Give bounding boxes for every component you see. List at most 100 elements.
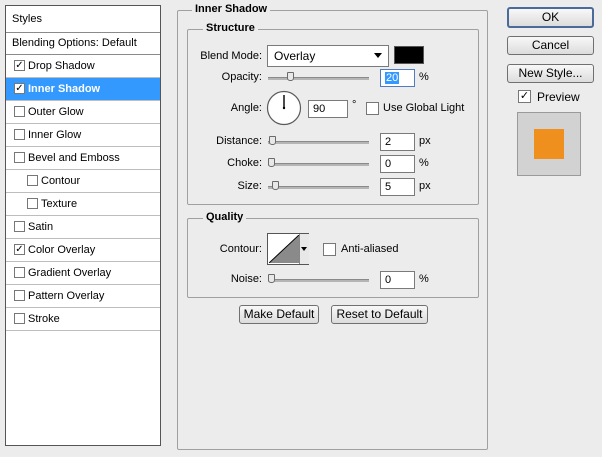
noise-label: Noise: (230, 273, 262, 285)
style-item-drop-shadow[interactable]: ✓ Drop Shadow (6, 55, 160, 78)
style-item-checkbox[interactable] (14, 221, 25, 232)
style-item-satin[interactable]: Satin (6, 216, 160, 239)
size-slider-thumb[interactable] (272, 181, 279, 190)
style-item-checkbox[interactable] (27, 175, 38, 186)
preview-thumbnail (517, 112, 581, 176)
style-item-bevel-and-emboss[interactable]: Bevel and Emboss (6, 147, 160, 170)
distance-slider-track[interactable] (268, 141, 369, 144)
distance-slider-thumb[interactable] (269, 136, 276, 145)
style-item-pattern-overlay[interactable]: Pattern Overlay (6, 285, 160, 308)
distance-value: 2 (385, 136, 392, 148)
angle-value: 90 (313, 103, 326, 115)
ok-button[interactable]: OK (507, 7, 594, 28)
style-item-checkbox[interactable] (14, 106, 25, 117)
style-item-stroke[interactable]: Stroke (6, 308, 160, 331)
size-input[interactable]: 5 (380, 178, 415, 196)
preview-swatch (534, 129, 564, 159)
style-item-checkbox[interactable] (14, 313, 25, 324)
opacity-slider-thumb[interactable] (287, 72, 294, 81)
choke-label: Choke: (227, 157, 262, 169)
style-item-label: Drop Shadow (28, 60, 95, 72)
style-item-label: Inner Shadow (28, 83, 101, 95)
blend-mode-value: Overlay (274, 49, 316, 63)
blend-mode-label: Blend Mode: (200, 50, 262, 62)
style-item-checkbox[interactable] (14, 267, 25, 278)
style-item-checkbox[interactable] (14, 129, 25, 140)
style-item-label: Bevel and Emboss (28, 152, 120, 164)
style-item-checkbox[interactable]: ✓ (14, 60, 25, 71)
make-default-button[interactable]: Make Default (239, 305, 319, 324)
size-slider-track[interactable] (268, 186, 369, 189)
style-item-inner-glow[interactable]: Inner Glow (6, 124, 160, 147)
style-item-checkbox[interactable] (14, 290, 25, 301)
style-item-label: Satin (28, 221, 54, 233)
choke-slider-thumb[interactable] (268, 158, 275, 167)
reset-to-default-button[interactable]: Reset to Default (331, 305, 428, 324)
anti-aliased-label[interactable]: Anti-aliased (341, 243, 398, 255)
contour-picker[interactable] (267, 233, 309, 265)
style-item-checkbox[interactable] (27, 198, 38, 209)
size-unit: px (419, 180, 431, 192)
cancel-button[interactable]: Cancel (507, 36, 594, 55)
opacity-slider-track[interactable] (268, 77, 369, 80)
noise-value: 0 (385, 274, 392, 286)
opacity-input[interactable]: 20 (380, 69, 415, 87)
contour-curve-icon (269, 235, 299, 263)
preview-label[interactable]: Preview (537, 90, 580, 104)
style-item-outer-glow[interactable]: Outer Glow (6, 101, 160, 124)
shadow-color-swatch[interactable] (394, 46, 424, 64)
quality-group (187, 218, 479, 298)
style-item-texture[interactable]: Texture (6, 193, 160, 216)
new-style-button[interactable]: New Style... (507, 64, 594, 83)
style-item-label: Color Overlay (28, 244, 96, 256)
noise-slider-thumb[interactable] (268, 274, 275, 283)
distance-label: Distance: (216, 135, 262, 147)
distance-input[interactable]: 2 (380, 133, 415, 151)
chevron-down-icon (301, 247, 307, 251)
preview-checkbox[interactable]: ✓ (518, 90, 531, 103)
style-item-gradient-overlay[interactable]: Gradient Overlay (6, 262, 160, 285)
structure-title: Structure (203, 22, 258, 34)
noise-slider-track[interactable] (268, 279, 369, 282)
use-global-light-checkbox[interactable] (366, 102, 379, 115)
blending-options-item[interactable]: Blending Options: Default (6, 33, 160, 55)
style-item-label: Texture (41, 198, 78, 210)
noise-unit: % (419, 273, 429, 285)
opacity-value: 20 (385, 72, 400, 84)
angle-unit: ° (352, 99, 357, 111)
style-item-checkbox[interactable]: ✓ (14, 83, 25, 94)
choke-value: 0 (385, 158, 392, 170)
style-items-list: ✓ Drop Shadow ✓ Inner Shadow Outer Glow Inner… (6, 55, 160, 331)
style-item-label: Inner Glow (28, 129, 82, 141)
angle-dial[interactable] (266, 90, 302, 126)
style-item-checkbox[interactable] (14, 152, 25, 163)
quality-title: Quality (203, 211, 247, 223)
choke-input[interactable]: 0 (380, 155, 415, 173)
style-item-color-overlay[interactable]: ✓ Color Overlay (6, 239, 160, 262)
contour-dropdown-button[interactable] (299, 234, 309, 264)
style-item-label: Pattern Overlay (28, 290, 105, 302)
style-item-inner-shadow[interactable]: ✓ Inner Shadow (6, 78, 160, 101)
style-item-label: Contour (41, 175, 81, 187)
angle-input[interactable]: 90 (308, 100, 348, 118)
noise-input[interactable]: 0 (380, 271, 415, 289)
inner-shadow-title: Inner Shadow (192, 3, 271, 15)
style-item-contour[interactable]: Contour (6, 170, 160, 193)
style-item-label: Gradient Overlay (28, 267, 112, 279)
size-value: 5 (385, 181, 392, 193)
chevron-down-icon (374, 53, 382, 58)
choke-unit: % (419, 157, 429, 169)
angle-label: Angle: (230, 102, 262, 114)
contour-label: Contour: (219, 243, 262, 255)
use-global-light-label[interactable]: Use Global Light (383, 102, 464, 114)
styles-header[interactable]: Styles (6, 6, 160, 33)
anti-aliased-checkbox[interactable] (323, 243, 336, 256)
distance-unit: px (419, 135, 431, 147)
style-item-label: Outer Glow (28, 106, 84, 118)
blend-mode-select[interactable]: Overlay (267, 45, 389, 67)
style-item-checkbox[interactable]: ✓ (14, 244, 25, 255)
opacity-label: Opacity: (221, 71, 262, 83)
choke-slider-track[interactable] (268, 163, 369, 166)
size-label: Size: (237, 180, 262, 192)
styles-list: Styles Blending Options: Default ✓ Drop S… (5, 5, 161, 446)
